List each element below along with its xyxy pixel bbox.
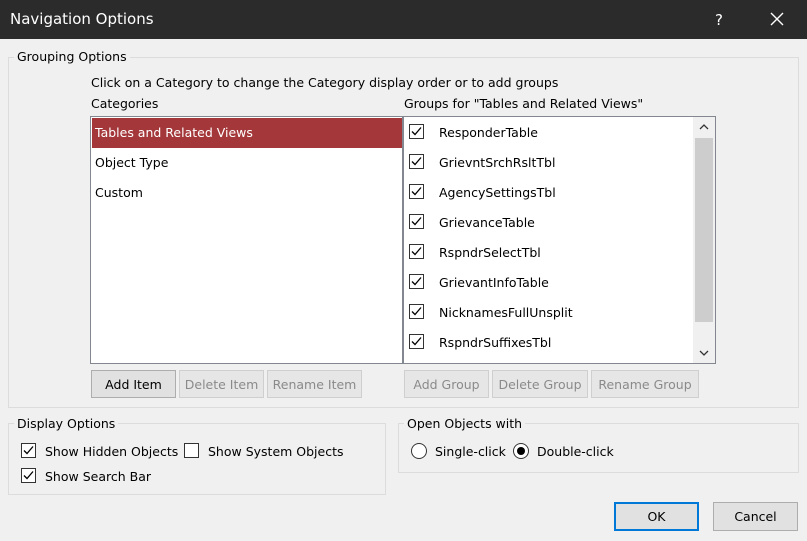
grouping-options-legend: Grouping Options	[14, 49, 130, 64]
rename-group-button[interactable]: Rename Group	[591, 370, 699, 398]
group-checkbox[interactable]	[409, 304, 424, 319]
grouping-instruction: Click on a Category to change the Catego…	[91, 75, 559, 90]
groups-label: Groups for "Tables and Related Views"	[404, 96, 644, 111]
categories-label: Categories	[91, 96, 159, 111]
display-options-group	[8, 423, 386, 495]
category-item[interactable]: Object Type	[92, 148, 402, 178]
ok-button[interactable]: OK	[614, 502, 699, 531]
group-item[interactable]: ResponderTable	[406, 118, 692, 148]
group-label: GrievanceTable	[439, 215, 535, 230]
group-checkbox[interactable]	[409, 274, 424, 289]
show-search-bar-checkbox[interactable]	[21, 468, 36, 483]
display-options-legend: Display Options	[14, 416, 119, 431]
checkmark-icon	[23, 446, 34, 455]
checkmark-icon	[23, 471, 34, 480]
category-item[interactable]: Custom	[92, 178, 402, 208]
open-objects-with-legend: Open Objects with	[404, 416, 526, 431]
show-system-objects-checkbox[interactable]	[184, 443, 199, 458]
group-checkbox[interactable]	[409, 184, 424, 199]
group-checkbox[interactable]	[409, 154, 424, 169]
group-item[interactable]: GrievntSrchRsltTbl	[406, 148, 692, 178]
categories-list[interactable]: Tables and Related Views Object Type Cus…	[90, 116, 403, 364]
chevron-up-icon	[699, 124, 709, 130]
chevron-down-icon	[699, 350, 709, 356]
show-system-objects-label: Show System Objects	[208, 444, 344, 459]
group-label: AgencySettingsTbl	[439, 185, 556, 200]
checkmark-icon	[411, 307, 422, 316]
category-label: Custom	[95, 185, 143, 200]
checkmark-icon	[411, 337, 422, 346]
show-search-bar-label: Show Search Bar	[45, 469, 151, 484]
cancel-button[interactable]: Cancel	[713, 502, 798, 531]
groups-scrollbar[interactable]	[693, 117, 715, 363]
group-checkbox[interactable]	[409, 124, 424, 139]
add-item-button[interactable]: Add Item	[91, 370, 176, 398]
scroll-thumb[interactable]	[695, 138, 713, 322]
title-bar: Navigation Options ?	[0, 0, 807, 39]
single-click-label: Single-click	[435, 444, 506, 459]
groups-list[interactable]: ResponderTable GrievntSrchRsltTbl Agency…	[403, 116, 716, 364]
delete-item-button[interactable]: Delete Item	[179, 370, 264, 398]
rename-item-button[interactable]: Rename Item	[267, 370, 362, 398]
help-button[interactable]: ?	[703, 0, 735, 39]
category-label: Tables and Related Views	[95, 125, 253, 140]
scroll-up-button[interactable]	[693, 117, 715, 137]
group-item[interactable]: GrievantInfoTable	[406, 268, 692, 298]
group-item[interactable]: RspndrSuffixesTbl	[406, 328, 692, 358]
group-item[interactable]: AgencySettingsTbl	[406, 178, 692, 208]
show-hidden-objects-label: Show Hidden Objects	[45, 444, 179, 459]
checkmark-icon	[411, 277, 422, 286]
group-label: RspndrSelectTbl	[439, 245, 541, 260]
scroll-down-button[interactable]	[693, 343, 715, 363]
close-icon	[770, 12, 784, 26]
group-label: GrievntSrchRsltTbl	[439, 155, 556, 170]
checkmark-icon	[411, 157, 422, 166]
group-checkbox[interactable]	[409, 244, 424, 259]
category-label: Object Type	[95, 155, 169, 170]
checkmark-icon	[411, 187, 422, 196]
group-item[interactable]: NicknamesFullUnsplit	[406, 298, 692, 328]
group-label: GrievantInfoTable	[439, 275, 549, 290]
checkmark-icon	[411, 217, 422, 226]
group-checkbox[interactable]	[409, 214, 424, 229]
category-item[interactable]: Tables and Related Views	[92, 118, 402, 148]
group-checkbox[interactable]	[409, 334, 424, 349]
window-title: Navigation Options	[10, 10, 154, 28]
checkmark-icon	[411, 127, 422, 136]
checkmark-icon	[411, 247, 422, 256]
group-label: ResponderTable	[439, 125, 538, 140]
group-label: RspndrSuffixesTbl	[439, 335, 552, 350]
group-label: NicknamesFullUnsplit	[439, 305, 573, 320]
delete-group-button[interactable]: Delete Group	[492, 370, 588, 398]
single-click-radio[interactable]	[411, 443, 427, 459]
group-item[interactable]: GrievanceTable	[406, 208, 692, 238]
double-click-label: Double-click	[537, 444, 614, 459]
close-button[interactable]	[757, 0, 797, 39]
group-item[interactable]: RspndrSelectTbl	[406, 238, 692, 268]
show-hidden-objects-checkbox[interactable]	[21, 443, 36, 458]
partial-group-item	[406, 358, 692, 363]
radio-selected-dot	[517, 447, 525, 455]
add-group-button[interactable]: Add Group	[404, 370, 489, 398]
double-click-radio[interactable]	[513, 443, 529, 459]
